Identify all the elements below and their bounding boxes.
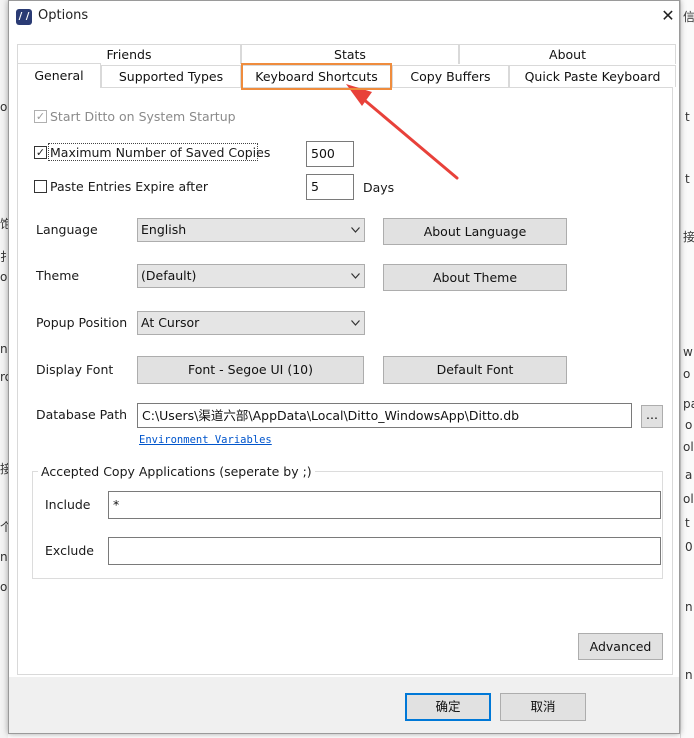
default-font-button[interactable]: Default Font xyxy=(383,356,567,384)
start-on-startup-label: Start Ditto on System Startup xyxy=(50,109,236,124)
background-text: o xyxy=(0,580,8,594)
background-app-left: o 饱 扌 o n ro 接 个 n o xyxy=(0,0,12,738)
exclude-label: Exclude xyxy=(45,543,94,558)
accepted-apps-legend: Accepted Copy Applications (seperate by … xyxy=(38,464,315,479)
chevron-down-icon xyxy=(351,227,360,233)
tab-stats[interactable]: Stats xyxy=(241,44,459,64)
ok-button[interactable]: 确定 xyxy=(405,693,491,721)
theme-select-value: (Default) xyxy=(141,268,197,283)
tab-copy-buffers[interactable]: Copy Buffers xyxy=(392,65,509,87)
max-copies-checkbox[interactable]: ✓ xyxy=(34,146,47,159)
exclude-input[interactable] xyxy=(108,537,661,565)
max-copies-input[interactable]: 500 xyxy=(306,141,354,167)
background-text: n xyxy=(0,342,8,356)
background-text: n xyxy=(685,600,693,614)
tab-supported-types[interactable]: Supported Types xyxy=(101,65,241,87)
background-app-right: 信 t t 接 w o pa o ol a ol t 0 n n xyxy=(680,0,694,738)
background-text: 0 xyxy=(685,540,693,554)
start-on-startup-checkbox[interactable]: ✓ xyxy=(34,110,47,123)
language-label: Language xyxy=(36,222,98,237)
display-font-label: Display Font xyxy=(36,362,114,377)
language-select-value: English xyxy=(141,222,187,237)
ditto-app-icon: / / xyxy=(16,9,32,25)
expire-checkbox[interactable] xyxy=(34,180,47,193)
background-text: o xyxy=(0,270,8,284)
background-text: t xyxy=(685,516,690,530)
popup-position-label: Popup Position xyxy=(36,315,128,330)
tab-friends[interactable]: Friends xyxy=(17,44,241,64)
environment-variables-link[interactable]: Environment Variables xyxy=(139,434,272,446)
background-text: t xyxy=(685,110,690,124)
window-title: Options xyxy=(38,8,89,23)
database-path-input[interactable]: C:\Users\渠道六部\AppData\Local\Ditto_Window… xyxy=(137,403,632,428)
keyboard-shortcuts-highlight xyxy=(241,63,392,90)
tab-about[interactable]: About xyxy=(459,44,676,64)
cancel-button[interactable]: 取消 xyxy=(500,693,586,721)
chevron-down-icon xyxy=(351,273,360,279)
font-button[interactable]: Font - Segoe UI (10) xyxy=(137,356,364,384)
about-language-button[interactable]: About Language xyxy=(383,218,567,245)
tab-quick-paste-keyboard[interactable]: Quick Paste Keyboard xyxy=(509,65,676,87)
expire-unit-label: Days xyxy=(363,180,395,195)
theme-label: Theme xyxy=(36,268,80,283)
database-path-label: Database Path xyxy=(36,407,128,422)
background-text: n xyxy=(685,668,693,682)
popup-position-select[interactable]: At Cursor xyxy=(137,311,365,335)
background-text: o xyxy=(685,418,693,432)
chevron-down-icon xyxy=(351,320,360,326)
about-theme-button[interactable]: About Theme xyxy=(383,264,567,291)
popup-position-select-value: At Cursor xyxy=(141,315,200,330)
include-label: Include xyxy=(45,497,91,512)
background-text: t xyxy=(685,172,690,186)
expire-label: Paste Entries Expire after xyxy=(50,179,209,194)
background-text: ol xyxy=(683,440,694,454)
background-text: w xyxy=(683,345,693,359)
expire-days-input[interactable]: 5 xyxy=(306,174,354,200)
close-icon[interactable]: ✕ xyxy=(657,5,679,27)
language-select[interactable]: English xyxy=(137,218,365,242)
title-bar[interactable]: / / Options ✕ xyxy=(9,1,679,33)
background-text: o xyxy=(0,100,8,114)
advanced-button[interactable]: Advanced xyxy=(578,633,663,660)
max-copies-label: Maximum Number of Saved Copies xyxy=(50,145,271,160)
tab-general[interactable]: General xyxy=(17,63,101,88)
background-text: 信 xyxy=(683,10,694,24)
dialog-footer: 确定 取消 xyxy=(9,677,679,733)
options-dialog: / / Options ✕ Friends Stats About Genera… xyxy=(8,0,680,734)
background-text: o xyxy=(683,367,691,381)
background-text: 接 xyxy=(683,230,694,244)
background-text: n xyxy=(0,550,8,564)
browse-button[interactable]: ... xyxy=(641,405,663,428)
theme-select[interactable]: (Default) xyxy=(137,264,365,288)
background-text: ol xyxy=(683,492,694,506)
include-input[interactable]: * xyxy=(108,491,661,519)
background-text: a xyxy=(685,468,693,482)
background-text: pa xyxy=(683,397,694,411)
